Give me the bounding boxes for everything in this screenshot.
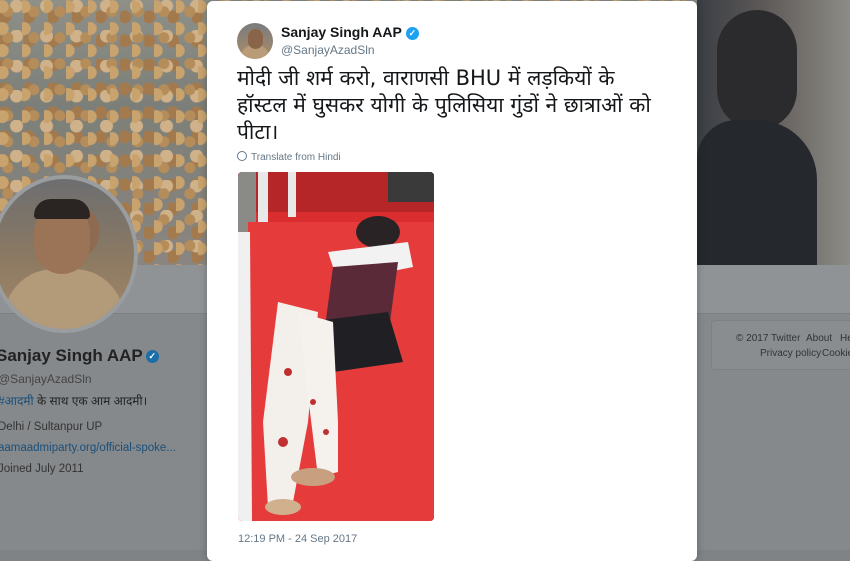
- bio-hashtag-link[interactable]: #आदमी: [0, 394, 34, 408]
- tweet-timestamp[interactable]: 12:19 PM - 24 Sep 2017: [238, 533, 357, 545]
- profile-avatar[interactable]: [0, 175, 138, 333]
- translate-tweet-button[interactable]: Translate from Hindi: [237, 151, 341, 163]
- footer-privacy-link[interactable]: Privacy policy: [760, 348, 821, 359]
- footer-cookies-link[interactable]: Cookies: [822, 348, 850, 359]
- footer-help-link[interactable]: Help: [840, 333, 850, 344]
- footer-copyright: © 2017 Twitter: [736, 333, 801, 344]
- profile-handle: @SanjayAzadSln: [0, 372, 92, 386]
- profile-location: Delhi / Sultanpur UP: [0, 421, 103, 433]
- profile-name[interactable]: Sanjay Singh AAP ✓: [0, 346, 159, 366]
- tweet-author-name[interactable]: Sanjay Singh AAP ✓: [281, 24, 419, 40]
- profile-banner-person-image: [697, 0, 850, 265]
- tweet-permalink-modal: Sanjay Singh AAP ✓ @SanjayAzadSln मोदी जी…: [207, 1, 697, 561]
- profile-joined-date: Joined July 2011: [0, 463, 84, 475]
- profile-website-link[interactable]: aamaadmiparty.org/official-spoke...: [0, 442, 176, 454]
- globe-icon: [237, 151, 247, 161]
- tweet-photo-image: [238, 172, 434, 521]
- footer-links-card: © 2017 Twitter About Help Privacy policy…: [711, 320, 850, 370]
- tweet-author-avatar[interactable]: [237, 23, 273, 59]
- verified-badge-icon: ✓: [405, 27, 419, 40]
- tweet-text: मोदी जी शर्म करो, वाराणसी BHU में लड़किय…: [237, 66, 651, 144]
- verified-badge-icon: ✓: [145, 350, 159, 364]
- tweet-photo[interactable]: [238, 172, 434, 521]
- footer-about-link[interactable]: About: [806, 333, 832, 344]
- profile-bio: #आदमी के साथ एक आम आदमी।: [0, 394, 148, 408]
- tweet-author-handle[interactable]: @SanjayAzadSln: [281, 43, 375, 57]
